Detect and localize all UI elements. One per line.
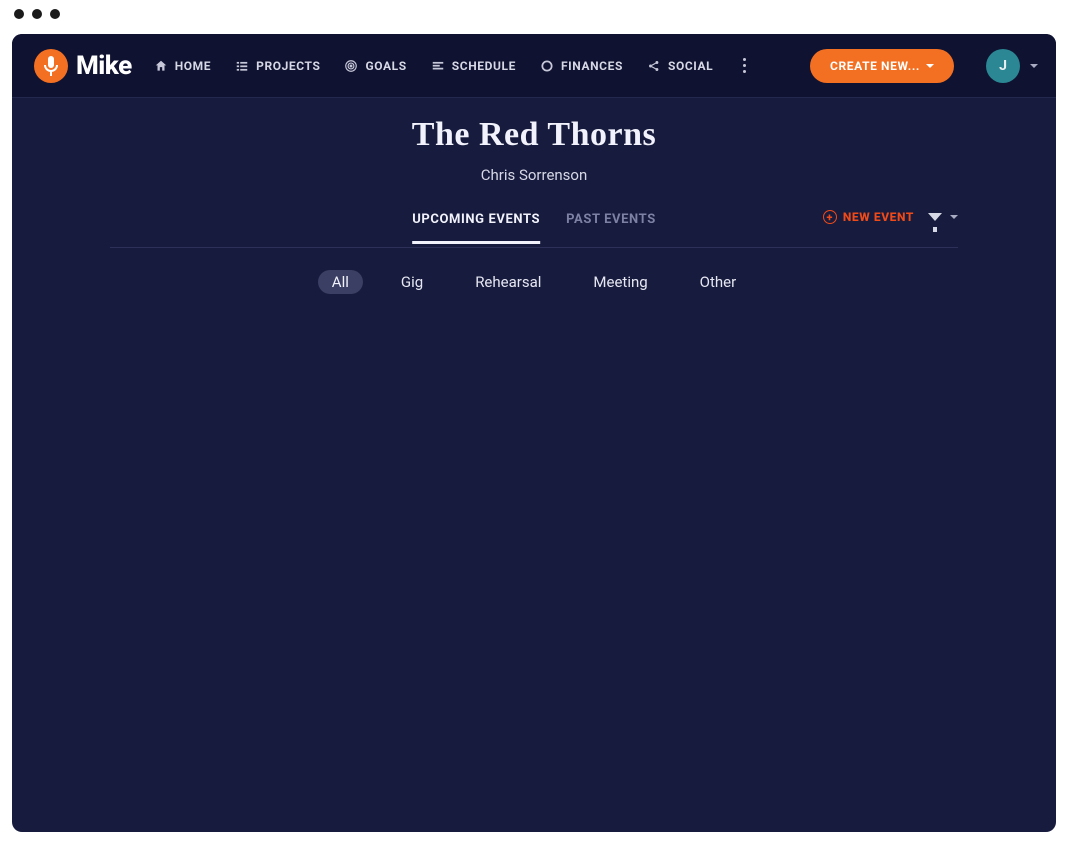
calendar-icon	[431, 59, 445, 73]
tabs: UPCOMING EVENTS PAST EVENTS	[412, 212, 656, 247]
create-new-label: CREATE NEW...	[830, 59, 920, 73]
filter-dropdown[interactable]	[928, 213, 958, 221]
avatar-initial: J	[999, 58, 1007, 74]
nav-label: FINANCES	[561, 59, 623, 73]
create-new-button[interactable]: CREATE NEW...	[810, 49, 954, 83]
filter-chip-meeting[interactable]: Meeting	[579, 270, 661, 294]
chevron-down-icon	[950, 215, 958, 219]
user-menu[interactable]: J	[962, 49, 1038, 83]
nav-item-schedule[interactable]: SCHEDULE	[431, 59, 516, 73]
filter-chip-rehearsal[interactable]: Rehearsal	[461, 270, 555, 294]
microphone-icon	[34, 49, 68, 83]
share-icon	[647, 59, 661, 73]
home-icon	[154, 59, 168, 73]
tab-upcoming-events[interactable]: UPCOMING EVENTS	[412, 212, 540, 244]
nav-item-projects[interactable]: PROJECTS	[235, 59, 320, 73]
page-title: The Red Thorns	[12, 116, 1056, 154]
avatar: J	[986, 49, 1020, 83]
chevron-down-icon	[926, 64, 934, 68]
nav-label: GOALS	[365, 59, 406, 73]
nav-label: PROJECTS	[256, 59, 320, 73]
brand-name: Mike	[76, 51, 132, 81]
page-subtitle: Chris Sorrenson	[12, 166, 1056, 184]
primary-nav: HOME PROJECTS GOALS SCHEDULE	[154, 52, 790, 79]
filter-icon	[928, 213, 942, 221]
brand-logo[interactable]: Mike	[34, 49, 132, 83]
filter-chip-all[interactable]: All	[318, 270, 363, 294]
window-dot-close[interactable]	[14, 9, 24, 19]
tab-past-events[interactable]: PAST EVENTS	[566, 212, 656, 241]
tabs-row: UPCOMING EVENTS PAST EVENTS + NEW EVENT	[110, 212, 958, 248]
page-header: The Red Thorns Chris Sorrenson	[12, 116, 1056, 184]
topbar: Mike HOME PROJECTS GOALS	[12, 34, 1056, 98]
list-icon	[235, 59, 249, 73]
new-event-button[interactable]: + NEW EVENT	[823, 210, 914, 224]
event-type-filters: All Gig Rehearsal Meeting Other	[12, 270, 1056, 294]
circle-icon	[540, 59, 554, 73]
browser-chrome	[0, 0, 1068, 28]
filter-chip-other[interactable]: Other	[686, 270, 751, 294]
nav-item-finances[interactable]: FINANCES	[540, 59, 623, 73]
chevron-down-icon	[1030, 64, 1038, 68]
tabs-actions: + NEW EVENT	[823, 210, 958, 224]
new-event-label: NEW EVENT	[843, 210, 914, 224]
nav-label: SOCIAL	[668, 59, 713, 73]
window-dot-minimize[interactable]	[32, 9, 42, 19]
nav-item-social[interactable]: SOCIAL	[647, 59, 713, 73]
target-icon	[344, 59, 358, 73]
nav-item-home[interactable]: HOME	[154, 59, 211, 73]
nav-label: HOME	[175, 59, 211, 73]
nav-item-goals[interactable]: GOALS	[344, 59, 406, 73]
app-frame: Mike HOME PROJECTS GOALS	[12, 34, 1056, 832]
filter-chip-gig[interactable]: Gig	[387, 270, 437, 294]
nav-label: SCHEDULE	[452, 59, 516, 73]
window-dot-maximize[interactable]	[50, 9, 60, 19]
plus-circle-icon: +	[823, 210, 837, 224]
more-menu-icon[interactable]	[737, 52, 752, 79]
